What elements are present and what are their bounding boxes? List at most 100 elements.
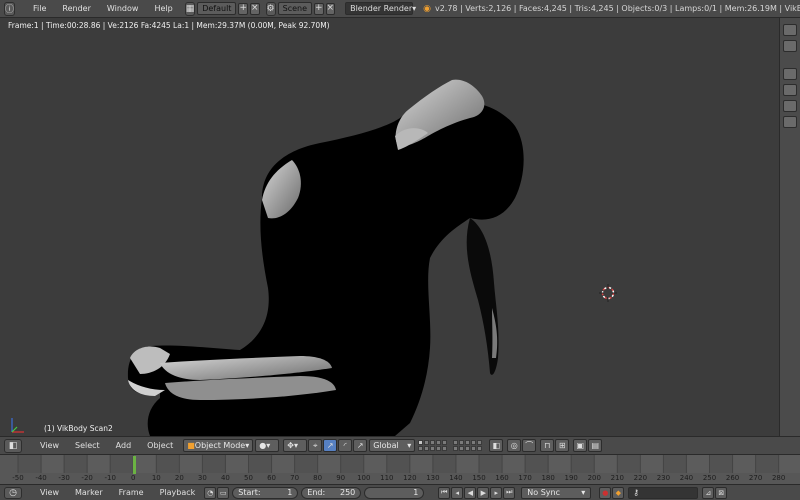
remove-layout-button[interactable]: × xyxy=(249,2,260,15)
menu-object[interactable]: Object xyxy=(139,441,181,450)
add-layout-button[interactable]: + xyxy=(238,2,248,15)
prev-keyframe-button[interactable]: ◂ xyxy=(451,486,464,499)
current-frame-indicator[interactable] xyxy=(133,456,136,474)
insert-keyframe-button[interactable]: ⊿ xyxy=(702,486,715,499)
layer-button[interactable] xyxy=(418,439,424,445)
jump-start-button[interactable]: ⏮ xyxy=(438,486,451,499)
timeline-tick-label: -10 xyxy=(104,474,116,482)
lock-layers-button[interactable]: ◧ xyxy=(489,439,504,452)
proportional-edit-button[interactable]: ◎ xyxy=(507,439,522,452)
transform-orientation-dropdown[interactable]: Global ▾ xyxy=(369,439,416,452)
layer-button[interactable] xyxy=(442,446,448,451)
menu-file[interactable]: File xyxy=(25,4,54,13)
timeline-band xyxy=(87,455,111,473)
rotate-manipulator[interactable]: ◜ xyxy=(338,439,353,452)
screen-layout-icon[interactable]: ▦ xyxy=(184,1,196,16)
use-preview-range-toggle[interactable]: ▭ xyxy=(217,486,230,499)
layer-button[interactable] xyxy=(471,439,477,445)
menu-frame[interactable]: Frame xyxy=(111,488,152,497)
snap-element-dropdown[interactable]: ⊞ xyxy=(555,439,570,452)
timeline-tick-label: 110 xyxy=(380,474,394,482)
editor-type-timeline-icon[interactable]: ◷ xyxy=(4,486,22,499)
scale-manipulator[interactable]: ↗ xyxy=(353,439,368,452)
render-engine-dropdown[interactable]: Blender Render ▾ xyxy=(345,2,416,15)
menu-view[interactable]: View xyxy=(32,441,67,450)
layer-button[interactable] xyxy=(459,446,465,451)
layer-button[interactable] xyxy=(424,446,430,451)
proportional-falloff-button[interactable]: ⌒ xyxy=(522,439,537,452)
opengl-render-animation-button[interactable]: ▤ xyxy=(588,439,603,452)
editor-type-3d-view-icon[interactable]: ◧ xyxy=(4,438,22,453)
layer-buttons-group-1[interactable] xyxy=(418,439,450,452)
scene-icon[interactable]: ⚙ xyxy=(265,1,276,16)
current-frame-field[interactable]: 1 xyxy=(364,486,425,499)
timeline-band xyxy=(248,455,272,473)
menu-render[interactable]: Render xyxy=(54,4,98,13)
sync-mode-dropdown[interactable]: No Sync ▾ xyxy=(521,486,592,499)
layer-button[interactable] xyxy=(453,446,459,451)
play-reverse-button[interactable]: ◀ xyxy=(464,486,477,499)
pivot-point-dropdown[interactable]: ✥▾ xyxy=(283,439,308,452)
menu-window[interactable]: Window xyxy=(99,4,147,13)
panel-toggle-button-3[interactable] xyxy=(783,68,797,80)
editor-type-info-icon[interactable]: ⓘ xyxy=(4,1,16,16)
menu-marker[interactable]: Marker xyxy=(67,488,111,497)
layer-button[interactable] xyxy=(465,446,471,451)
layer-button[interactable] xyxy=(430,446,436,451)
panel-toggle-button-4[interactable] xyxy=(783,84,797,96)
keying-set-button[interactable]: ◆ xyxy=(612,486,625,499)
layer-buttons-group-2[interactable] xyxy=(453,439,485,452)
menu-timeline-view[interactable]: View xyxy=(32,488,67,497)
scene-field[interactable]: Scene xyxy=(277,2,312,15)
panel-toggle-button-2[interactable] xyxy=(783,40,797,52)
end-frame-field[interactable]: End: 250 xyxy=(301,486,362,499)
layer-button[interactable] xyxy=(424,439,430,445)
end-frame-value: 250 xyxy=(340,488,356,497)
panel-toggle-button-1[interactable] xyxy=(783,24,797,36)
opengl-render-image-button[interactable]: ▣ xyxy=(573,439,588,452)
layer-button[interactable] xyxy=(477,439,483,445)
record-keyframes-button[interactable]: ● xyxy=(599,486,612,499)
layer-button[interactable] xyxy=(471,446,477,451)
snap-toggle[interactable]: ⊓ xyxy=(540,439,555,452)
jump-end-button[interactable]: ⏭ xyxy=(503,486,516,499)
viewport-shading-dropdown[interactable]: ●▾ xyxy=(255,439,280,452)
layer-button[interactable] xyxy=(442,439,448,445)
panel-toggle-button-6[interactable] xyxy=(783,116,797,128)
play-button[interactable]: ▶ xyxy=(477,486,490,499)
layer-button[interactable] xyxy=(465,439,471,445)
layer-button[interactable] xyxy=(477,446,483,451)
keying-set-field[interactable]: ⚷ xyxy=(628,486,699,499)
start-frame-field[interactable]: Start: 1 xyxy=(232,486,299,499)
layer-button[interactable] xyxy=(430,439,436,445)
translate-manipulator[interactable]: ↗ xyxy=(323,439,338,452)
preview-range-button[interactable]: ◔ xyxy=(204,486,217,499)
layer-button[interactable] xyxy=(453,439,459,445)
timeline-tick-label: 80 xyxy=(313,474,323,482)
3d-viewport[interactable]: Frame:1 | Time:00:28.86 | Ve:2126 Fa:424… xyxy=(0,18,779,436)
screen-layout-field[interactable]: Default xyxy=(197,2,237,15)
timeline-band xyxy=(455,455,479,473)
layer-button[interactable] xyxy=(436,446,442,451)
mode-dropdown[interactable]: ■ Object Mode ▾ xyxy=(183,439,254,452)
timeline-tick-label: 100 xyxy=(357,474,371,482)
menu-add[interactable]: Add xyxy=(108,441,140,450)
body-scan-mesh[interactable] xyxy=(0,18,779,436)
remove-scene-button[interactable]: × xyxy=(325,2,336,15)
timeline-band xyxy=(409,455,433,473)
next-keyframe-button[interactable]: ▸ xyxy=(490,486,503,499)
layer-button[interactable] xyxy=(418,446,424,451)
delete-keyframe-button[interactable]: ⊠ xyxy=(715,486,728,499)
menu-select[interactable]: Select xyxy=(67,441,108,450)
panel-toggle-button-5[interactable] xyxy=(783,100,797,112)
menu-playback[interactable]: Playback xyxy=(152,488,204,497)
timeline-band xyxy=(640,455,664,473)
add-scene-button[interactable]: + xyxy=(314,2,324,15)
layer-button[interactable] xyxy=(459,439,465,445)
menu-help[interactable]: Help xyxy=(146,4,180,13)
timeline-band xyxy=(41,455,65,473)
manipulator-toggle[interactable]: ⌖ xyxy=(308,439,323,452)
3d-cursor-icon[interactable] xyxy=(598,283,618,303)
layer-button[interactable] xyxy=(436,439,442,445)
timeline-area[interactable]: -50 -40 -30 -20 -10 0 10 20 30 40 50 60 70 80 90 100 110… xyxy=(0,454,800,484)
